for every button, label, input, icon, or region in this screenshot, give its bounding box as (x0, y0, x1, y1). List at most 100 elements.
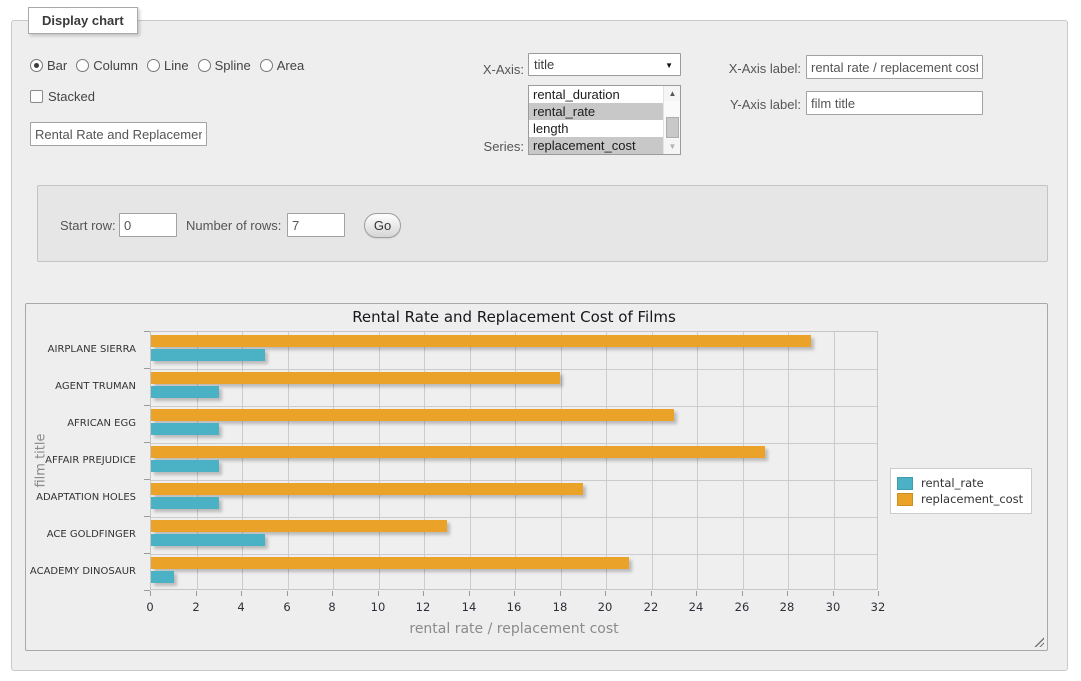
y-tick-mark (144, 331, 150, 332)
x-tick-label: 8 (314, 600, 350, 614)
chart-type-radio-bar[interactable]: Bar (30, 58, 67, 73)
x-tick-mark (833, 591, 834, 596)
series-option-rental_duration[interactable]: rental_duration (529, 86, 663, 103)
x-tick-label: 16 (496, 600, 532, 614)
resize-handle-icon[interactable] (1032, 635, 1044, 647)
series-multiselect[interactable]: rental_durationrental_ratelengthreplacem… (528, 85, 681, 155)
chart-legend: rental_rate replacement_cost (890, 468, 1032, 514)
chart-type-radio-area[interactable]: Area (260, 58, 304, 73)
y-tick-mark (144, 405, 150, 406)
x-tick-label: 0 (132, 600, 168, 614)
go-button[interactable]: Go (364, 213, 401, 238)
gridline-horizontal (151, 480, 877, 481)
x-tick-mark (787, 591, 788, 596)
gridline-horizontal (151, 517, 877, 518)
x-tick-mark (469, 591, 470, 596)
x-tick-mark (423, 591, 424, 596)
gridline-vertical (743, 332, 744, 589)
chart-type-radio-group: Bar Column Line Spline Area (30, 57, 313, 73)
chart-title-input[interactable] (30, 122, 207, 146)
x-tick-label: 10 (360, 600, 396, 614)
gridline-vertical (834, 332, 835, 589)
bar-replacement_cost (151, 557, 629, 569)
gridline-vertical (242, 332, 243, 589)
x-axis-selected-value: title (534, 57, 554, 72)
x-tick-mark (560, 591, 561, 596)
x-axis-select[interactable]: title ▼ (528, 53, 681, 76)
number-of-rows-label: Number of rows: (186, 218, 281, 233)
x-tick-label: 30 (815, 600, 851, 614)
x-tick-mark (196, 591, 197, 596)
y-tick-mark (144, 442, 150, 443)
legend-swatch (897, 493, 913, 506)
x-tick-mark (696, 591, 697, 596)
x-axis-label-input[interactable] (806, 55, 983, 79)
x-tick-label: 12 (405, 600, 441, 614)
x-tick-label: 32 (860, 600, 896, 614)
scrollbar-thumb[interactable] (666, 117, 679, 138)
bar-replacement_cost (151, 372, 560, 384)
chart-type-radio-column[interactable]: Column (76, 58, 138, 73)
bar-rental_rate (151, 497, 219, 509)
chart-x-axis-title: rental rate / replacement cost (150, 621, 878, 637)
series-scrollbar[interactable]: ▲ ▼ (663, 86, 680, 154)
fieldset-legend: Display chart (28, 7, 138, 34)
gridline-horizontal (151, 369, 877, 370)
stacked-checkbox[interactable] (30, 90, 43, 103)
y-tick-mark (144, 516, 150, 517)
x-axis-select-label: X-Axis: (430, 62, 524, 77)
y-axis-label-input[interactable] (806, 91, 983, 115)
bar-replacement_cost (151, 409, 674, 421)
gridline-vertical (788, 332, 789, 589)
radio-icon[interactable] (260, 59, 273, 72)
legend-item-replacement_cost: replacement_cost (897, 492, 1023, 506)
legend-item-rental_rate: rental_rate (897, 476, 1023, 490)
series-select-label: Series: (430, 139, 524, 154)
x-tick-mark (378, 591, 379, 596)
bar-rental_rate (151, 349, 265, 361)
start-row-input[interactable] (119, 213, 177, 237)
x-tick-mark (742, 591, 743, 596)
series-option-rental_rate[interactable]: rental_rate (529, 103, 663, 120)
chart-type-radio-spline[interactable]: Spline (198, 58, 251, 73)
chevron-down-icon: ▼ (665, 61, 673, 70)
gridline-vertical (470, 332, 471, 589)
bar-rental_rate (151, 386, 219, 398)
gridline-vertical (697, 332, 698, 589)
x-tick-mark (605, 591, 606, 596)
bar-replacement_cost (151, 483, 583, 495)
x-tick-label: 2 (178, 600, 214, 614)
gridline-vertical (561, 332, 562, 589)
x-tick-label: 28 (769, 600, 805, 614)
page: Display chart Bar Column Line Spline Area St… (0, 0, 1081, 681)
scroll-up-icon[interactable]: ▲ (664, 86, 681, 101)
x-tick-label: 18 (542, 600, 578, 614)
category-label: AIRPLANE SIERRA (26, 344, 143, 355)
radio-icon[interactable] (30, 59, 43, 72)
x-tick-label: 22 (633, 600, 669, 614)
bar-rental_rate (151, 534, 265, 546)
chart-type-radio-line[interactable]: Line (147, 58, 189, 73)
x-tick-label: 6 (269, 600, 305, 614)
x-tick-mark (514, 591, 515, 596)
bar-rental_rate (151, 460, 219, 472)
legend-label: replacement_cost (921, 492, 1023, 506)
series-option-length[interactable]: length (529, 120, 663, 137)
number-of-rows-input[interactable] (287, 213, 345, 237)
category-label: ACE GOLDFINGER (26, 529, 143, 540)
radio-icon[interactable] (76, 59, 89, 72)
x-axis-label-caption: X-Axis label: (700, 61, 801, 76)
series-option-replacement_cost[interactable]: replacement_cost (529, 137, 663, 154)
radio-label: Line (164, 58, 189, 73)
chart-title: Rental Rate and Replacement Cost of Film… (150, 308, 878, 326)
gridline-vertical (333, 332, 334, 589)
radio-label: Spline (215, 58, 251, 73)
gridline-horizontal (151, 406, 877, 407)
x-tick-mark (332, 591, 333, 596)
x-tick-mark (878, 591, 879, 596)
stacked-checkbox-row[interactable]: Stacked (30, 89, 95, 104)
radio-icon[interactable] (198, 59, 211, 72)
legend-label: rental_rate (921, 476, 984, 490)
scroll-down-icon[interactable]: ▼ (664, 139, 681, 154)
radio-icon[interactable] (147, 59, 160, 72)
